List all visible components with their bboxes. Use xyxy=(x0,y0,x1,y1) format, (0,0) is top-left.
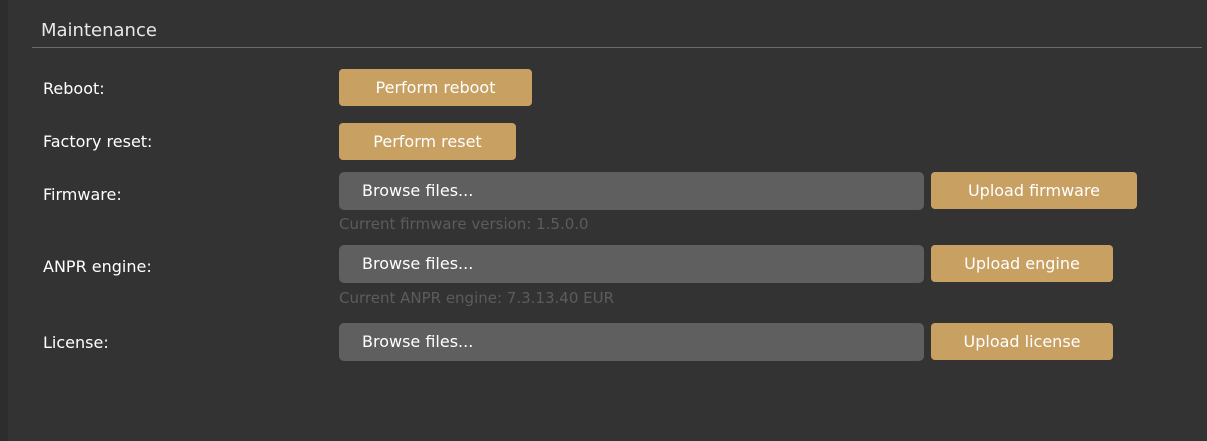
maintenance-panel: Maintenance Reboot: Perform reboot Facto… xyxy=(0,0,1207,441)
anpr-engine-file-input[interactable]: Browse files... xyxy=(339,245,924,283)
firmware-label: Firmware: xyxy=(43,185,122,204)
anpr-engine-version-text: Current ANPR engine: 7.3.13.40 EUR xyxy=(339,289,615,307)
license-file-input[interactable]: Browse files... xyxy=(339,323,924,361)
left-border xyxy=(0,0,8,441)
anpr-engine-label: ANPR engine: xyxy=(43,257,152,276)
upload-license-button[interactable]: Upload license xyxy=(931,323,1113,360)
firmware-file-input[interactable]: Browse files... xyxy=(339,172,924,210)
firmware-version-text: Current firmware version: 1.5.0.0 xyxy=(339,215,589,233)
perform-reset-button[interactable]: Perform reset xyxy=(339,123,516,160)
perform-reboot-button[interactable]: Perform reboot xyxy=(339,69,532,106)
upload-firmware-button[interactable]: Upload firmware xyxy=(931,172,1137,209)
section-divider xyxy=(32,47,1202,48)
reboot-label: Reboot: xyxy=(43,79,105,98)
upload-engine-button[interactable]: Upload engine xyxy=(931,245,1113,282)
section-title: Maintenance xyxy=(41,20,157,41)
license-label: License: xyxy=(43,333,109,352)
factory-reset-label: Factory reset: xyxy=(43,132,153,151)
